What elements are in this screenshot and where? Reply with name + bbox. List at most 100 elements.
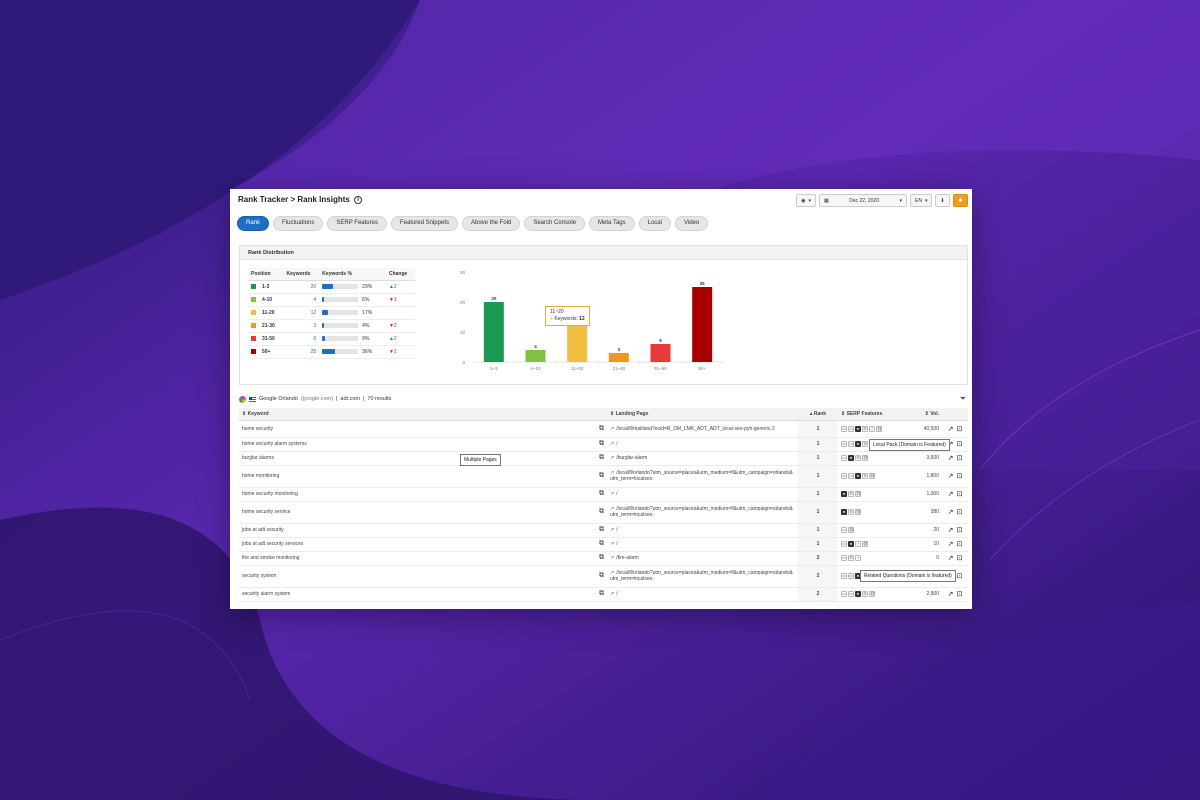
- link-icon[interactable]: ⛓: [848, 527, 854, 533]
- pin-icon[interactable]: ●: [855, 425, 861, 432]
- table-row[interactable]: security system ⧉ ↗/local/fl/orlando?utm_s…: [239, 565, 968, 588]
- tab-local[interactable]: Local: [638, 216, 671, 231]
- multiple-pages-icon[interactable]: ⧉: [467, 437, 607, 452]
- multiple-pages-icon[interactable]: ⧉: [467, 501, 607, 524]
- pin-icon[interactable]: ●: [848, 541, 854, 547]
- external-link-icon[interactable]: ↗: [610, 441, 614, 447]
- link-icon[interactable]: ⛓: [855, 491, 861, 497]
- serp-preview-icon[interactable]: ⊡: [957, 472, 963, 480]
- trend-icon[interactable]: ↗: [948, 490, 954, 498]
- link-icon[interactable]: ⛓: [862, 541, 868, 547]
- serp-preview-icon[interactable]: ⊡: [957, 572, 963, 580]
- pin-icon[interactable]: ●: [855, 473, 861, 479]
- serp-preview-icon[interactable]: ⊡: [957, 454, 963, 462]
- table-row[interactable]: home security alarm systems ⧉ ↗/1 ▭ ▭ ● ☰ ↗ ⊡: [239, 437, 968, 452]
- serp-preview-icon[interactable]: ⊡: [957, 508, 963, 516]
- keyword-count-link[interactable]: 25: [283, 345, 320, 359]
- landing-page-link[interactable]: /local/fl/maitland?ecid=R_DM_LMK_ADT_ADT…: [616, 426, 775, 432]
- external-link-icon[interactable]: ↗: [610, 491, 614, 497]
- plus-icon[interactable]: +: [855, 541, 861, 547]
- landing-page-link[interactable]: /burglar-alarm: [616, 455, 647, 461]
- cart-icon[interactable]: ▭: [841, 441, 847, 447]
- header-rank[interactable]: ▴ Rank: [798, 408, 838, 421]
- link-icon[interactable]: ⛓: [869, 591, 875, 597]
- external-link-icon[interactable]: ↗: [610, 426, 614, 432]
- cart-icon[interactable]: ▭: [841, 555, 847, 561]
- cart-icon[interactable]: ▭: [848, 425, 854, 432]
- tab-meta-tags[interactable]: Meta Tags: [589, 216, 635, 231]
- multiple-pages-icon[interactable]: ⧉: [467, 465, 607, 488]
- trend-icon[interactable]: ↗: [948, 508, 954, 516]
- tab-rank[interactable]: Rank: [237, 216, 270, 231]
- multiple-pages-icon[interactable]: ⧉: [467, 523, 607, 538]
- header-keyword[interactable]: ⇕ Keyword: [239, 408, 467, 421]
- landing-page-link[interactable]: /local/fl/orlando?utm_source=places&utm_…: [610, 570, 793, 582]
- table-row[interactable]: jobs at adt security ⧉ ↗/1 ▭ ⛓ 20 ↗ ⊡: [239, 523, 968, 538]
- landing-page-link[interactable]: /: [616, 491, 617, 497]
- table-row[interactable]: jobs at adt security services ⧉ ↗/1 ▭ ● + ⛓ 10 ↗…: [239, 537, 968, 552]
- landing-page-link[interactable]: /: [616, 591, 617, 597]
- cart-icon[interactable]: ▭: [841, 527, 847, 533]
- landing-page-link[interactable]: /: [616, 441, 617, 447]
- table-row[interactable]: burglar alarms ⧉ ↗/burglar-alarm 1 ▭ ● ☰ ⛓ 3,600…: [239, 451, 968, 466]
- cart-icon[interactable]: ▭: [841, 591, 847, 597]
- multiple-pages-icon[interactable]: ⧉: [467, 565, 607, 588]
- tab-featured-snippets[interactable]: Featured Snippets: [390, 216, 458, 231]
- tab-search-console[interactable]: Search Console: [524, 216, 586, 231]
- serp-preview-icon[interactable]: ⊡: [957, 554, 963, 562]
- cart-icon[interactable]: ▭: [841, 455, 847, 461]
- link-icon[interactable]: ⛓: [862, 455, 868, 461]
- cart-icon[interactable]: ▭: [841, 541, 847, 547]
- trend-icon[interactable]: ↗: [948, 554, 954, 562]
- date-picker[interactable]: ▦ Dec 22, 2020 ▾: [819, 194, 907, 207]
- link-icon[interactable]: ⛓: [876, 425, 882, 432]
- serp-preview-icon[interactable]: ⊡: [957, 540, 963, 548]
- download-button[interactable]: ⬇: [935, 194, 950, 207]
- landing-page-link[interactable]: /fire-alarm: [616, 555, 639, 561]
- pin-icon[interactable]: ●: [841, 491, 847, 497]
- landing-page-link[interactable]: /local/fl/orlando?utm_source=places&utm_…: [610, 506, 793, 518]
- trend-icon[interactable]: ↗: [948, 425, 954, 433]
- multiple-pages-icon[interactable]: ⧉: [467, 487, 607, 502]
- table-row[interactable]: home security ⧉ ↗/local/fl/maitland?ecid=R…: [239, 420, 968, 438]
- keyword-count-link[interactable]: 4: [283, 293, 320, 307]
- pin-icon[interactable]: ●: [855, 441, 861, 447]
- questions-icon[interactable]: ☰: [855, 455, 861, 461]
- tab-serp-features[interactable]: SERP Features: [327, 216, 387, 231]
- view-dropdown[interactable]: ◉ ▾: [796, 194, 816, 207]
- multiple-pages-icon[interactable]: ⧉: [467, 587, 607, 602]
- pin-icon[interactable]: ●: [848, 455, 854, 461]
- pin-icon[interactable]: ●: [855, 591, 861, 597]
- info-icon[interactable]: i: [354, 195, 363, 204]
- trend-icon[interactable]: ↗: [948, 526, 954, 534]
- link-icon[interactable]: ⛓: [869, 473, 875, 479]
- pin-icon[interactable]: ●: [841, 509, 847, 515]
- table-row[interactable]: home security monitoring ⧉ ↗/1 ● ☰ ⛓ 1,000 ↗ ⊡: [239, 487, 968, 502]
- table-row[interactable]: fire and smoke monitoring ⧉ ↗/fire-alarm 2 ▭…: [239, 551, 968, 566]
- filter-icon[interactable]: ⏷: [960, 394, 966, 404]
- keyword-count-link[interactable]: 12: [283, 306, 320, 320]
- multiple-pages-icon[interactable]: ⧉: [467, 551, 607, 566]
- serp-preview-icon[interactable]: ⊡: [957, 425, 963, 433]
- cart-icon[interactable]: ▭: [841, 425, 847, 432]
- landing-page-link[interactable]: /: [616, 527, 617, 533]
- keyword-count-link[interactable]: 3: [283, 319, 320, 333]
- header-serp[interactable]: ⇕ SERP Features: [838, 408, 912, 421]
- settings-button[interactable]: ✱: [953, 194, 968, 207]
- external-link-icon[interactable]: ↗: [610, 591, 614, 597]
- plus-icon[interactable]: +: [855, 555, 861, 561]
- faq-icon[interactable]: ?: [869, 425, 875, 432]
- trend-icon[interactable]: ↗: [948, 590, 954, 598]
- multiple-pages-icon[interactable]: ⧉: [467, 420, 607, 438]
- trend-icon[interactable]: ↗: [948, 472, 954, 480]
- external-link-icon[interactable]: ↗: [610, 527, 614, 533]
- cart-icon[interactable]: ▭: [848, 441, 854, 447]
- cart-icon[interactable]: ▭: [841, 573, 847, 579]
- landing-page-link[interactable]: /local/fl/orlando?utm_source=places&utm_…: [610, 470, 793, 482]
- external-link-icon[interactable]: ↗: [610, 541, 614, 547]
- external-link-icon[interactable]: ↗: [610, 555, 614, 561]
- cart-icon[interactable]: ▭: [841, 473, 847, 479]
- serp-preview-icon[interactable]: ⊡: [957, 440, 963, 448]
- table-row[interactable]: security alarm system ⧉ ↗/2 ▭ ▭ ● ☰ ⛓ 2,900 ↗ ⊡: [239, 587, 968, 602]
- table-row[interactable]: home monitoring ⧉ ↗/local/fl/orlando?utm_s…: [239, 465, 968, 488]
